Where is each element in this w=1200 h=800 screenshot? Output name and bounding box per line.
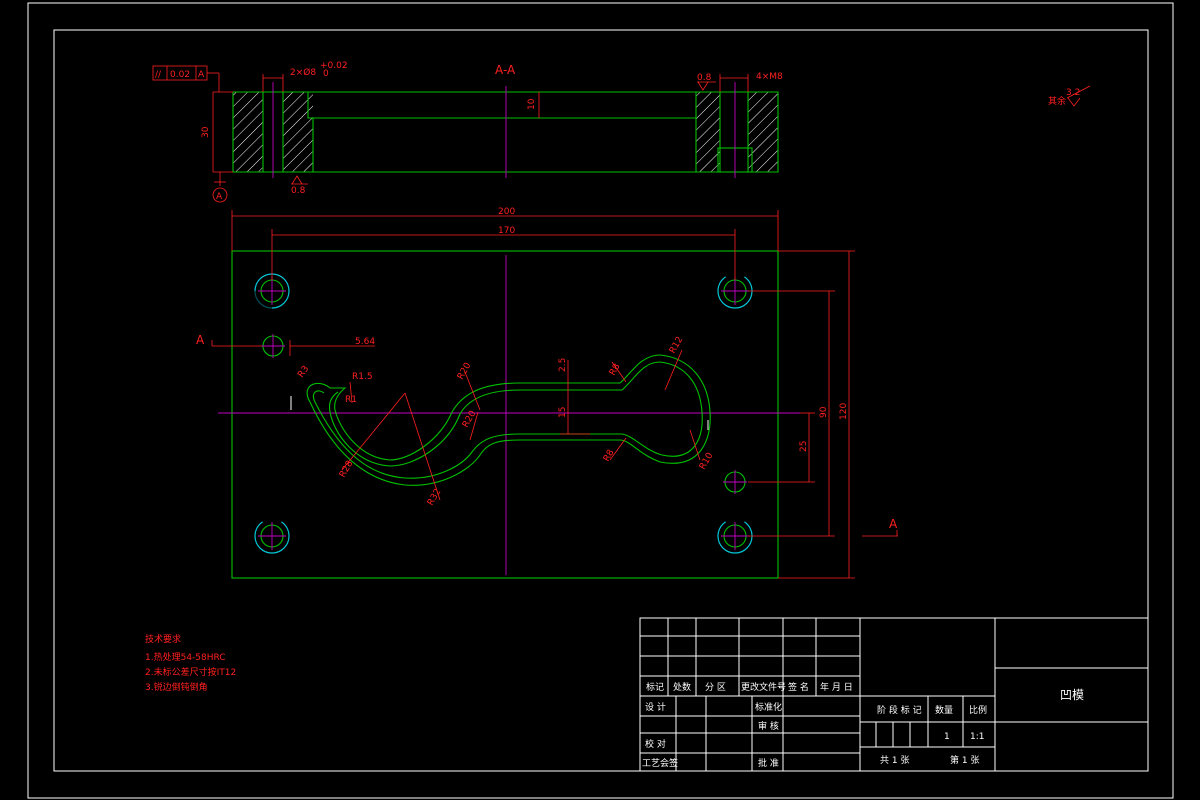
- row-process: 工艺会签: [642, 757, 678, 769]
- row-check: 校 对: [645, 738, 666, 750]
- row-standard: 标准化: [755, 701, 782, 713]
- plate-outline: [231, 250, 779, 579]
- tech-requirements: 技术要求 1.热处理54-58HRC 2.未标公差尺寸按IT12 3.锐边倒钝倒…: [145, 633, 236, 693]
- tech-item-1: 1.热处理54-58HRC: [145, 651, 226, 663]
- row-approve: 批 准: [758, 757, 779, 769]
- svg-text:其余: 其余: [1048, 95, 1066, 107]
- radius-r10: R10: [698, 451, 716, 472]
- radius-r12: R12: [668, 335, 686, 355]
- svg-text://: //: [155, 70, 162, 80]
- stage-label: 阶 段 标 记: [877, 704, 922, 716]
- dim-25: 25: [799, 441, 809, 452]
- dim-height-90: 90: [819, 406, 829, 418]
- tech-item-2: 2.未标公差尺寸按IT12: [145, 666, 236, 678]
- svg-text:A: A: [198, 70, 205, 80]
- hole-bottom-right: [717, 518, 753, 554]
- part-name: 凹模: [1060, 688, 1084, 702]
- svg-text:A: A: [889, 517, 898, 531]
- dim-15: 15: [558, 407, 568, 418]
- svg-text:0.8: 0.8: [697, 73, 712, 83]
- section-view: 30 10 // 0.02 A 2×Ø8 +0.02 0 4×M8 A-A 0.…: [152, 61, 783, 203]
- radius-r1: R1: [345, 395, 357, 405]
- dim-5-64: 5.64: [355, 337, 375, 347]
- svg-text:A: A: [196, 333, 205, 347]
- svg-text:A: A: [216, 192, 223, 202]
- radius-r32: R32: [426, 487, 444, 507]
- pin-hole-left: [261, 334, 285, 358]
- tolerance-frame: // 0.02 A: [152, 65, 220, 92]
- pin-hole-right: [723, 470, 747, 494]
- radius-r8b: R8: [602, 448, 617, 464]
- radius-r15: R1.5: [352, 372, 373, 382]
- dim-2-5: 2.5: [558, 358, 568, 372]
- hdr-sign: 签 名: [788, 681, 809, 693]
- cad-drawing: 30 10 // 0.02 A 2×Ø8 +0.02 0 4×M8 A-A 0.…: [27, 2, 1174, 799]
- scale-label: 比例: [969, 704, 987, 716]
- hdr-mark: 标记: [646, 681, 664, 693]
- radius-r20a: R20: [456, 361, 474, 382]
- row-review: 审 核: [758, 720, 779, 732]
- radius-r8a: R8: [608, 362, 623, 378]
- hole-bottom-left: [254, 518, 290, 554]
- radius-r3: R3: [296, 364, 311, 380]
- qty-label: 数量: [935, 704, 953, 716]
- datum-symbol: A: [212, 172, 228, 203]
- dim-height-section: 30: [201, 126, 211, 138]
- scale-value: 1:1: [970, 732, 984, 742]
- roughness-symbol-top: 0.8: [697, 73, 716, 91]
- tech-title: 技术要求: [145, 633, 181, 645]
- svg-text:0.8: 0.8: [291, 186, 306, 196]
- roughness-note: 3.2 其余: [1048, 85, 1091, 107]
- dim-width-170: 170: [498, 226, 515, 236]
- section-title: A-A: [495, 63, 516, 77]
- roughness-symbol-bottom: 0.8: [291, 175, 308, 196]
- hdr-count: 处数: [673, 681, 691, 693]
- svg-text:0: 0: [323, 69, 329, 79]
- svg-text:3.2: 3.2: [1066, 88, 1080, 98]
- hdr-change-doc: 更改文件号: [741, 681, 786, 693]
- svg-text:0.02: 0.02: [170, 70, 190, 80]
- title-block: 标记 处数 分 区 更改文件号 签 名 年 月 日 设 计 标准化 审 核 校 …: [639, 617, 1149, 772]
- thread-callout: 4×M8: [756, 72, 783, 82]
- plan-view: R3 R1.5 R1 R20 R20 R28 R32 R8 R8 R12 R10…: [196, 207, 898, 579]
- sheet-no: 第 1 张: [950, 754, 979, 766]
- hole-callout: 2×Ø8: [290, 67, 316, 78]
- hdr-zone: 分 区: [705, 682, 726, 693]
- hdr-date: 年 月 日: [820, 681, 853, 693]
- dim-width-200: 200: [498, 207, 515, 217]
- dim-pocket-depth: 10: [527, 98, 537, 110]
- section-mark-right: A: [862, 517, 898, 537]
- row-design: 设 计: [645, 701, 666, 713]
- section-mark-left: A: [196, 333, 262, 347]
- dim-height-120: 120: [839, 403, 849, 420]
- sheets-total: 共 1 张: [880, 755, 909, 766]
- qty-value: 1: [944, 732, 950, 742]
- outer-frame: [27, 2, 1174, 799]
- tech-item-3: 3.锐边倒钝倒角: [145, 681, 208, 693]
